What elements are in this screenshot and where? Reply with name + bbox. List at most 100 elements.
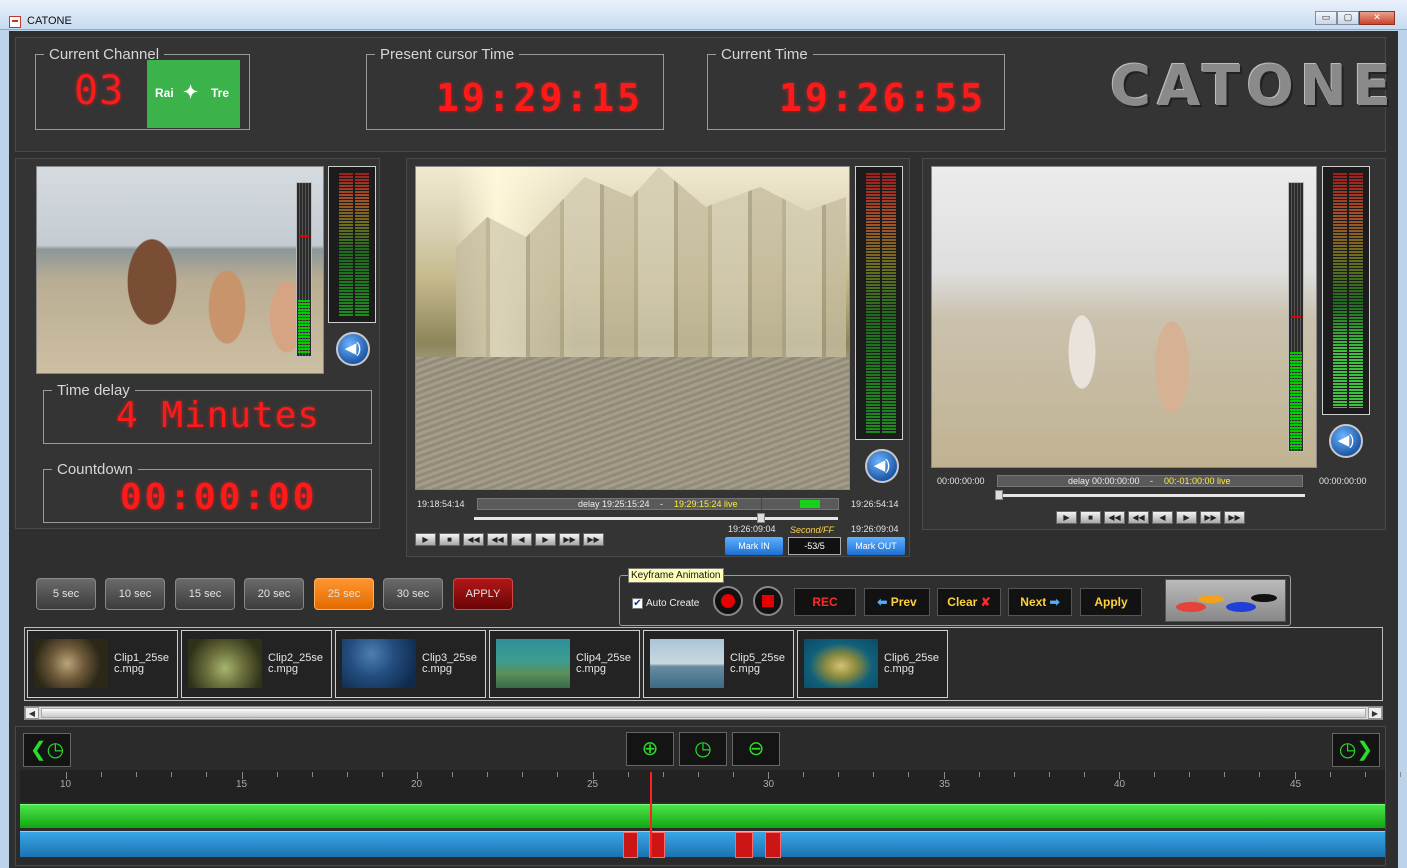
sec-10-button[interactable]: 10 sec [105, 578, 165, 610]
vu-left-channel [866, 173, 880, 433]
color-palette-image[interactable] [1165, 579, 1286, 622]
step-back-button[interactable]: ◀ [511, 533, 532, 546]
sec-5-button[interactable]: 5 sec [36, 578, 96, 610]
record-button[interactable] [713, 586, 743, 616]
main-scrub-bar[interactable]: delay 19:25:15:24 - 19:29:15:24 live [477, 498, 839, 510]
scroll-thumb[interactable] [41, 708, 1366, 718]
sec-apply-button[interactable]: APPLY [453, 578, 513, 610]
mark-out-button[interactable]: Mark OUT [847, 537, 905, 555]
timeline-forward-button[interactable]: ◷❯ [1332, 733, 1380, 767]
speaker-mute-icon[interactable]: ◀) [865, 449, 899, 483]
tick-label: 10 [60, 779, 72, 790]
ruler-tick [978, 772, 980, 777]
next-arrow-icon: ➡ [1049, 595, 1060, 609]
tick-label: 40 [1114, 779, 1126, 790]
timeline-clock-button[interactable]: ◷ [679, 732, 727, 766]
prev-button[interactable]: ⬅ Prev [864, 588, 930, 616]
speaker-mute-icon[interactable]: ◀) [1329, 424, 1363, 458]
scrub-delay-label: delay 19:25:15:24 [578, 499, 650, 509]
zoom-out-button[interactable]: ⊖ [732, 732, 780, 766]
stop-button[interactable]: ■ [1080, 511, 1101, 524]
next-button[interactable]: Next ➡ [1008, 588, 1072, 616]
main-position-slider[interactable] [474, 513, 838, 523]
vu-right-channel [1349, 173, 1363, 408]
step-forward-button[interactable]: ▶ [535, 533, 556, 546]
step-forward-button[interactable]: ▶ [1176, 511, 1197, 524]
clear-x-icon: ✘ [980, 595, 991, 609]
timeline-marker[interactable] [623, 832, 638, 858]
stop-button[interactable]: ■ [439, 533, 460, 546]
output-position-slider[interactable] [995, 490, 1305, 500]
ruler-tick [697, 772, 699, 777]
forward-button[interactable]: ▶▶ [559, 533, 580, 546]
timeline-marker-track[interactable] [20, 831, 1385, 858]
speaker-mute-icon[interactable]: ◀) [336, 332, 370, 366]
ruler-tick [943, 772, 945, 779]
clip-item[interactable]: Clip4_25sec.mpg [489, 630, 640, 698]
play-button[interactable]: ▶ [1056, 511, 1077, 524]
clip-thumbnail [34, 639, 108, 688]
ruler-tick [206, 772, 208, 777]
sec-15-button[interactable]: 15 sec [175, 578, 235, 610]
clip-item[interactable]: Clip6_25sec.mpg [797, 630, 948, 698]
ruler-tick [452, 772, 454, 777]
header-panel: Current Channel 03 Rai ✦ Tre Present cur… [15, 37, 1391, 152]
vu-right-channel [355, 173, 369, 316]
speed-value-field[interactable]: -53/5 [788, 537, 841, 555]
rewind-fast-button[interactable]: ◀◀ [1104, 511, 1125, 524]
window-controls: ▭ ▢ ✕ [1315, 11, 1395, 25]
clip-thumbnail [650, 639, 724, 688]
scroll-right-icon[interactable]: ▶ [1368, 707, 1382, 719]
timeline-marker[interactable] [735, 832, 753, 858]
sec-20-button[interactable]: 20 sec [244, 578, 304, 610]
timeline-back-button[interactable]: ❮◷ [23, 733, 71, 767]
clip-item[interactable]: Clip5_25sec.mpg [643, 630, 794, 698]
clip-item[interactable]: Clip1_25sec.mpg [27, 630, 178, 698]
ruler-tick [522, 772, 524, 777]
ruler-tick [1364, 772, 1366, 777]
rewind-fast-button[interactable]: ◀◀ [463, 533, 484, 546]
clip-scrollbar[interactable]: ◀ ▶ [24, 706, 1383, 720]
play-button[interactable]: ▶ [415, 533, 436, 546]
forward-fast-button[interactable]: ▶▶ [1224, 511, 1245, 524]
output-scrub-bar[interactable]: delay 00:00:00:00 - 00:-01:00:00 live [997, 475, 1303, 487]
main-end-time: 19:26:54:14 [851, 499, 899, 509]
rewind-button[interactable]: ◀◀ [487, 533, 508, 546]
timeline-video-track[interactable] [20, 804, 1385, 828]
zoom-out-icon: ⊖ [747, 738, 765, 760]
sec-30-button[interactable]: 30 sec [383, 578, 443, 610]
stop-record-button[interactable] [753, 586, 783, 616]
apply-button[interactable]: Apply [1080, 588, 1142, 616]
sec-25-button[interactable]: 25 sec [314, 578, 374, 610]
forward-fast-button[interactable]: ▶▶ [583, 533, 604, 546]
ruler-tick [1224, 772, 1226, 777]
ruler-tick [1013, 772, 1015, 777]
step-back-button[interactable]: ◀ [1152, 511, 1173, 524]
close-button[interactable]: ✕ [1359, 11, 1395, 25]
zoom-in-button[interactable]: ⊕ [626, 732, 674, 766]
ruler-tick [171, 772, 173, 777]
main-slider-thumb[interactable] [757, 513, 765, 523]
output-start-time: 00:00:00:00 [937, 476, 985, 486]
clear-button[interactable]: Clear ✘ [937, 588, 1001, 616]
timeline-marker[interactable] [765, 832, 781, 858]
rec-button[interactable]: REC [794, 588, 856, 616]
clip-item[interactable]: Clip3_25sec.mpg [335, 630, 486, 698]
ruler-tick [487, 772, 489, 777]
clip-thumbnail [496, 639, 570, 688]
scrub-live-label: 00:-01:00:00 live [1164, 476, 1231, 486]
scroll-left-icon[interactable]: ◀ [25, 707, 39, 719]
forward-button[interactable]: ▶▶ [1200, 511, 1221, 524]
ruler-tick [627, 772, 629, 777]
rewind-button[interactable]: ◀◀ [1128, 511, 1149, 524]
output-slider-thumb[interactable] [995, 490, 1003, 500]
mark-in-button[interactable]: Mark IN [725, 537, 783, 555]
minimize-button[interactable]: ▭ [1315, 11, 1337, 25]
main-start-time: 19:18:54:14 [417, 499, 465, 509]
back-icon: ❮◷ [29, 739, 65, 761]
auto-create-checkbox[interactable]: ✔ [632, 598, 643, 609]
maximize-button[interactable]: ▢ [1337, 11, 1359, 25]
timeline-cursor[interactable] [650, 772, 652, 858]
clip-item[interactable]: Clip2_25sec.mpg [181, 630, 332, 698]
ruler-tick [1119, 772, 1120, 779]
